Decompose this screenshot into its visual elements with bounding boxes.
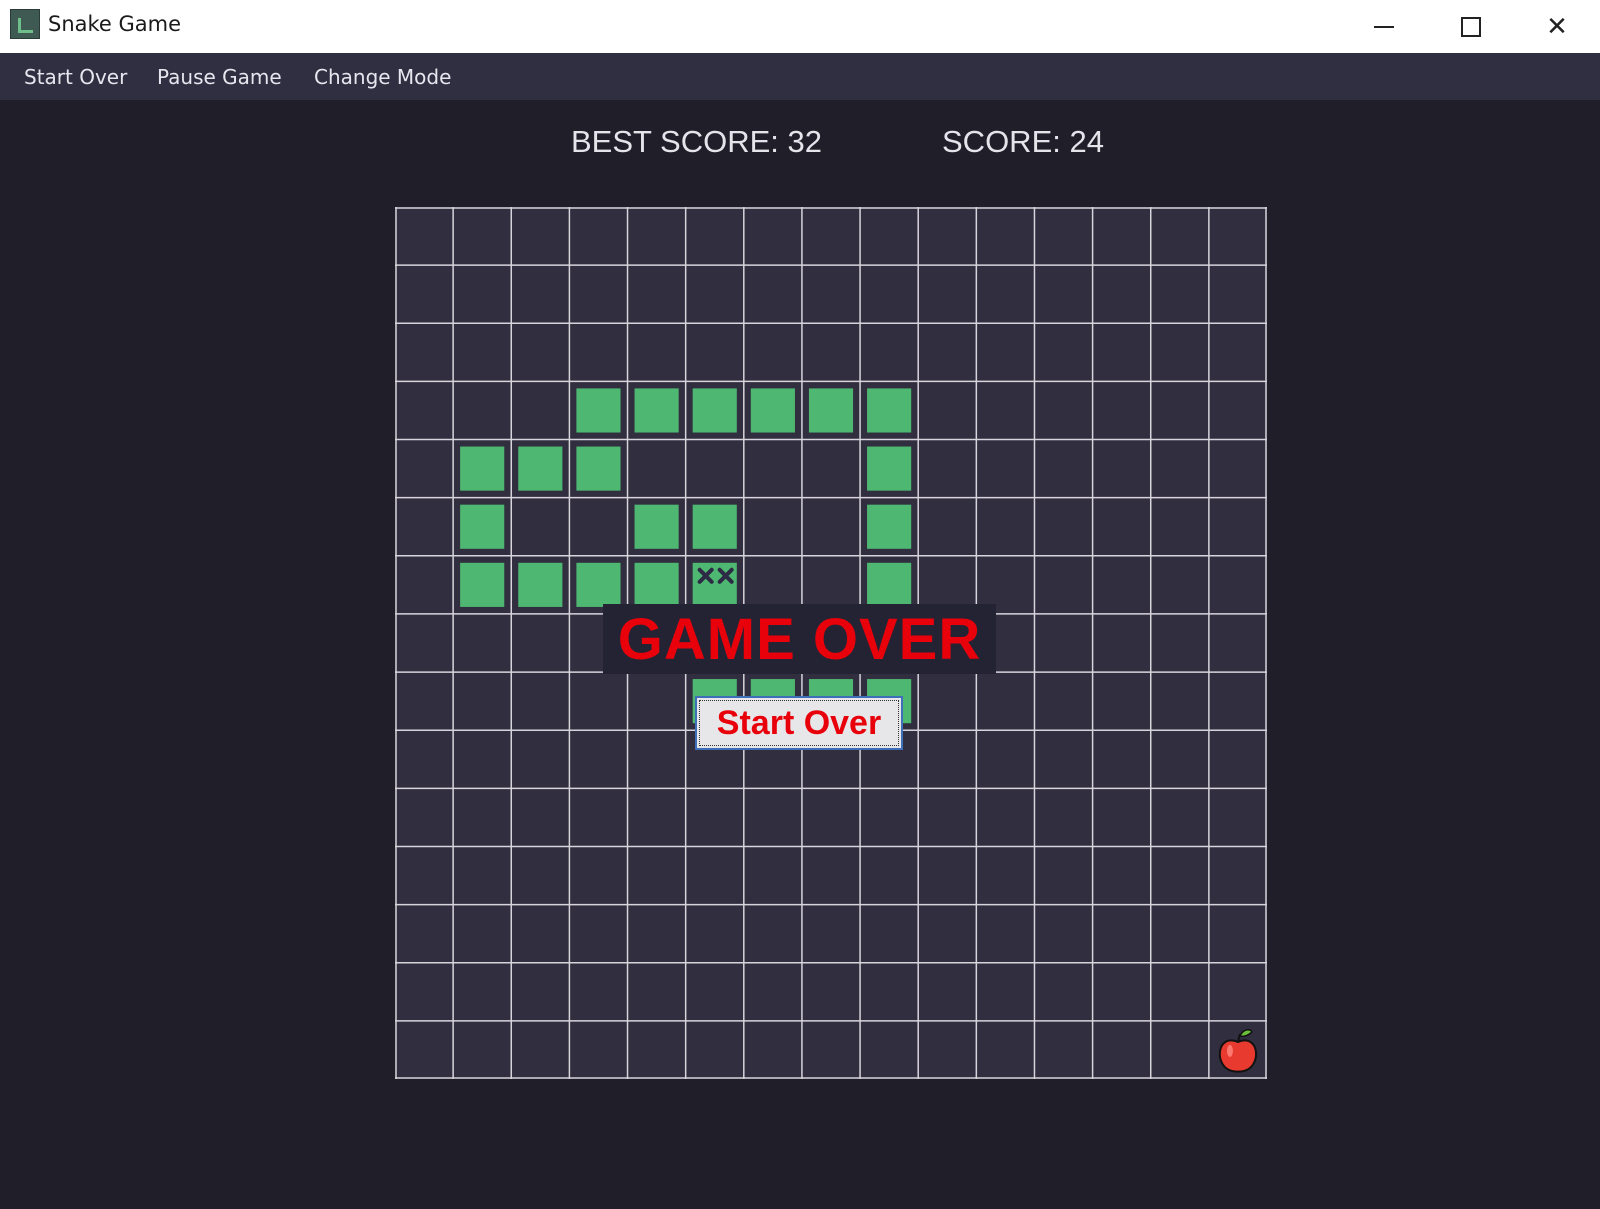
minimize-button[interactable] <box>1355 0 1413 53</box>
best-score: BEST SCORE: 32 <box>571 124 822 159</box>
menu-bar: Start Over Pause Game Change Mode <box>0 53 1600 100</box>
game-over-banner: GAME OVER <box>603 604 996 674</box>
snake-segment <box>692 388 737 433</box>
current-score: SCORE: 24 <box>942 124 1104 159</box>
menu-item-start-over[interactable]: Start Over <box>24 65 127 89</box>
minimize-icon <box>1374 25 1394 28</box>
snake-app-icon <box>10 9 40 39</box>
snake-segment <box>634 562 679 607</box>
start-over-button[interactable]: Start Over <box>695 696 903 750</box>
snake-segment <box>518 446 563 491</box>
snake-segment <box>867 562 912 607</box>
snake-segment <box>808 388 854 433</box>
maximize-button[interactable] <box>1442 0 1500 53</box>
snake-segment <box>634 504 679 549</box>
menu-item-change-mode[interactable]: Change Mode <box>314 65 451 89</box>
snake-segment <box>576 388 621 433</box>
snake-segment <box>867 504 912 549</box>
window-title: Snake Game <box>48 12 182 36</box>
snake-segment <box>576 446 621 491</box>
snake-segment <box>867 388 912 433</box>
close-icon: ✕ <box>1546 11 1568 42</box>
snake-segment <box>460 446 505 491</box>
maximize-icon <box>1461 16 1481 37</box>
snake-segment <box>634 388 679 433</box>
snake-segment <box>460 562 505 607</box>
snake-segment <box>750 388 795 433</box>
snake-segment <box>518 562 563 607</box>
close-button[interactable]: ✕ <box>1528 0 1586 53</box>
apple-icon <box>1218 1029 1258 1073</box>
snake-segment <box>460 504 505 549</box>
title-bar: Snake Game ✕ <box>0 0 1600 53</box>
menu-item-pause-game[interactable]: Pause Game <box>157 65 282 89</box>
snake-segment <box>867 446 912 491</box>
snake-segment <box>692 504 737 549</box>
snake-segment <box>576 562 621 607</box>
